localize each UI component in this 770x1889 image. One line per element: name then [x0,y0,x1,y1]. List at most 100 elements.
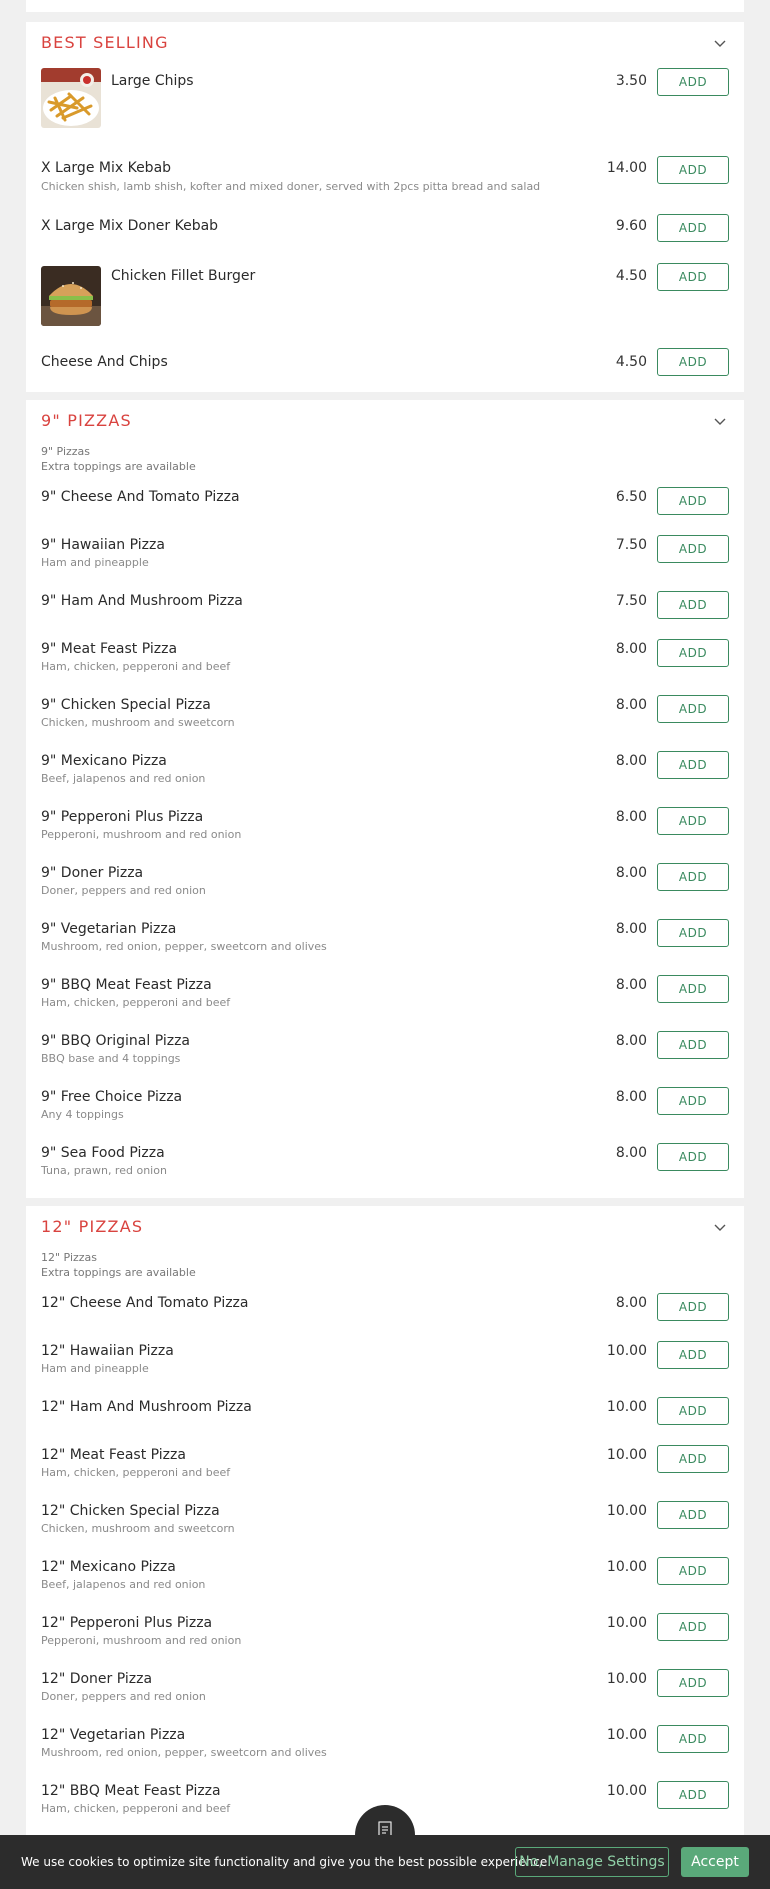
item-name: 9" BBQ Original Pizza [41,1033,191,1049]
item-description: Doner, peppers and red onion [41,1690,206,1703]
add-button[interactable]: ADD [657,639,729,667]
item-name: 12" Chicken Special Pizza [41,1503,220,1519]
add-button[interactable]: ADD [657,1613,729,1641]
item-name: 12" Pepperoni Plus Pizza [41,1615,213,1631]
item-price: 10.00 [606,1343,647,1359]
menu-item: 12" Mexicano Pizza Beef, jalapenos and r… [41,1555,729,1607]
manage-settings-button[interactable]: No, Manage Settings [515,1847,669,1877]
add-button[interactable]: ADD [657,1669,729,1697]
category-description: 12" Pizzas [41,1251,98,1264]
item-price: 7.50 [615,593,647,609]
item-price: 6.50 [615,489,647,505]
menu-item: 9" Pepperoni Plus Pizza Pepperoni, mushr… [41,805,729,857]
menu-item: 9" Mexicano Pizza Beef, jalapenos and re… [41,749,729,801]
menu-item: 12" Chicken Special Pizza Chicken, mushr… [41,1499,729,1551]
add-button[interactable]: ADD [657,1397,729,1425]
category-header[interactable]: 9" PIZZAS [41,400,729,446]
category-best-selling: BEST SELLING Large Chips 3.50 ADD X Larg… [26,22,744,392]
item-price: 4.50 [615,354,647,370]
item-description: Pepperoni, mushroom and red onion [41,1634,242,1647]
item-name: X Large Mix Kebab [41,160,172,176]
item-price: 14.00 [606,160,647,176]
add-button[interactable]: ADD [657,1781,729,1809]
item-name: 9" Hawaiian Pizza [41,537,165,553]
add-button[interactable]: ADD [657,348,729,376]
item-price: 10.00 [606,1615,647,1631]
item-name: 12" Doner Pizza [41,1671,153,1687]
add-button[interactable]: ADD [657,1557,729,1585]
add-button[interactable]: ADD [657,591,729,619]
add-button[interactable]: ADD [657,1501,729,1529]
item-price: 10.00 [606,1559,647,1575]
item-description: Ham, chicken, pepperoni and beef [41,1466,231,1479]
add-button[interactable]: ADD [657,695,729,723]
accept-cookies-button[interactable]: Accept [681,1847,749,1877]
menu-item: 9" Doner Pizza Doner, peppers and red on… [41,861,729,913]
item-name: Cheese And Chips [41,354,168,370]
menu-item: 12" Doner Pizza Doner, peppers and red o… [41,1667,729,1719]
item-name: 9" Doner Pizza [41,865,144,881]
category-header[interactable]: 12" PIZZAS [41,1206,729,1252]
add-button[interactable]: ADD [657,1143,729,1171]
item-description: Ham and pineapple [41,556,149,569]
add-button[interactable]: ADD [657,1341,729,1369]
item-description: Ham and pineapple [41,1362,149,1375]
item-name: 12" Ham And Mushroom Pizza [41,1399,252,1415]
item-price: 8.00 [615,977,647,993]
menu-item: 12" Hawaiian Pizza Ham and pineapple 10.… [41,1339,729,1391]
add-button[interactable]: ADD [657,919,729,947]
item-description: Any 4 toppings [41,1108,124,1121]
add-button[interactable]: ADD [657,1087,729,1115]
menu-item: 9" Hawaiian Pizza Ham and pineapple 7.50… [41,533,729,585]
add-button[interactable]: ADD [657,1031,729,1059]
item-description: Chicken, mushroom and sweetcorn [41,1522,235,1535]
item-description: BBQ base and 4 toppings [41,1052,181,1065]
item-name: 9" Pepperoni Plus Pizza [41,809,204,825]
add-button[interactable]: ADD [657,863,729,891]
menu-item: 9" Vegetarian Pizza Mushroom, red onion,… [41,917,729,969]
category-header[interactable]: BEST SELLING [41,22,729,68]
chevron-down-icon[interactable] [713,38,727,50]
item-name: 12" BBQ Meat Feast Pizza [41,1783,221,1799]
add-button[interactable]: ADD [657,1293,729,1321]
item-name: Chicken Fillet Burger [111,268,256,284]
item-name: 9" Chicken Special Pizza [41,697,211,713]
add-button[interactable]: ADD [657,156,729,184]
add-button[interactable]: ADD [657,1445,729,1473]
menu-item: 12" Ham And Mushroom Pizza 10.00 ADD [41,1395,729,1435]
item-price: 10.00 [606,1447,647,1463]
add-button[interactable]: ADD [657,263,729,291]
item-name: 12" Mexicano Pizza [41,1559,176,1575]
add-button[interactable]: ADD [657,807,729,835]
category-description: Extra toppings are available [41,1266,196,1279]
menu-item: 9" Cheese And Tomato Pizza 6.50 ADD [41,485,729,525]
category-12-inch-pizzas: 12" PIZZAS 12" Pizzas Extra toppings are… [26,1206,744,1889]
chevron-down-icon[interactable] [713,416,727,428]
item-description: Mushroom, red onion, pepper, sweetcorn a… [41,1746,327,1759]
item-description: Tuna, prawn, red onion [41,1164,167,1177]
item-description: Ham, chicken, pepperoni and beef [41,1802,231,1815]
item-price: 10.00 [606,1783,647,1799]
item-description: Chicken, mushroom and sweetcorn [41,716,235,729]
menu-item: 9" Meat Feast Pizza Ham, chicken, pepper… [41,637,729,689]
item-name: 9" Vegetarian Pizza [41,921,177,937]
add-button[interactable]: ADD [657,975,729,1003]
menu-item: X Large Mix Doner Kebab 9.60 ADD [41,213,729,253]
add-button[interactable]: ADD [657,751,729,779]
item-name: 9" Ham And Mushroom Pizza [41,593,243,609]
menu-item: 9" Sea Food Pizza Tuna, prawn, red onion… [41,1141,729,1193]
item-description: Mushroom, red onion, pepper, sweetcorn a… [41,940,327,953]
item-description: Beef, jalapenos and red onion [41,772,206,785]
add-button[interactable]: ADD [657,68,729,96]
add-button[interactable]: ADD [657,487,729,515]
item-name: 12" Cheese And Tomato Pizza [41,1295,249,1311]
chevron-down-icon[interactable] [713,1222,727,1234]
add-button[interactable]: ADD [657,535,729,563]
menu-item: 9" Free Choice Pizza Any 4 toppings 8.00… [41,1085,729,1137]
item-price: 10.00 [606,1399,647,1415]
add-button[interactable]: ADD [657,1725,729,1753]
menu-item: Cheese And Chips 4.50 ADD [41,348,729,388]
add-button[interactable]: ADD [657,214,729,242]
cookie-banner: We use cookies to optimize site function… [0,1835,770,1889]
item-name: 12" Meat Feast Pizza [41,1447,186,1463]
